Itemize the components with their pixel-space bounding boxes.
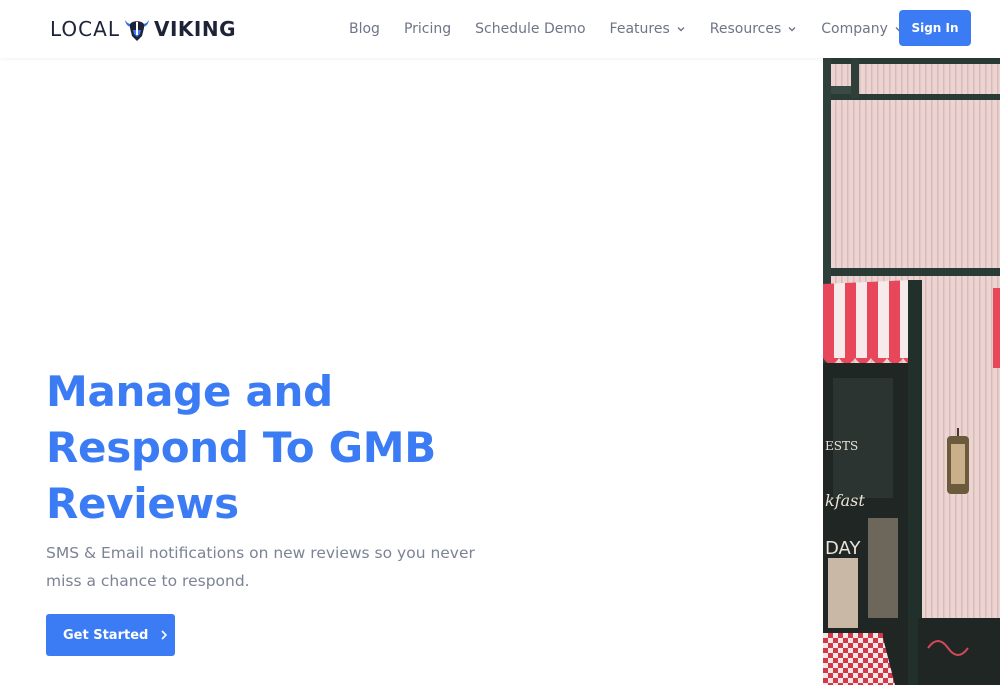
hero-subtitle: SMS & Email notifications on new reviews… bbox=[46, 539, 516, 595]
nav-schedule-demo[interactable]: Schedule Demo bbox=[475, 21, 585, 37]
chevron-down-icon bbox=[677, 27, 685, 32]
hero-title-line: Reviews bbox=[46, 479, 239, 528]
site-header: LOCAL VIKING Blog Pricing Schedule Demo … bbox=[0, 0, 1000, 58]
page: LOCAL VIKING Blog Pricing Schedule Demo … bbox=[0, 0, 1000, 685]
hero-subtitle-line: SMS & Email notifications on new reviews… bbox=[46, 544, 475, 562]
nav-company-label: Company bbox=[821, 21, 888, 37]
logo-text-viking: VIKING bbox=[153, 17, 236, 41]
nav-features[interactable]: Features bbox=[610, 21, 686, 37]
nav-resources-label: Resources bbox=[709, 21, 782, 37]
viking-helmet-icon bbox=[124, 20, 149, 41]
nav-resources[interactable]: Resources bbox=[710, 21, 798, 37]
nav-pricing-label: Pricing bbox=[403, 21, 452, 37]
brand-logo[interactable]: LOCAL VIKING bbox=[50, 13, 236, 45]
nav-blog-label: Blog bbox=[349, 21, 380, 37]
svg-text:DAY: DAY bbox=[825, 538, 861, 559]
main-nav: Blog Pricing Schedule Demo Features Reso… bbox=[349, 0, 928, 58]
nav-company[interactable]: Company bbox=[821, 21, 904, 37]
logo-text-local: LOCAL bbox=[50, 17, 120, 41]
storefront-photo: ESTS kfast DAY bbox=[823, 58, 1000, 685]
nav-features-label: Features bbox=[609, 21, 670, 37]
chevron-down-icon bbox=[788, 27, 796, 32]
hero-subtitle-line: miss a chance to respond. bbox=[46, 572, 250, 590]
svg-text:kfast: kfast bbox=[825, 491, 865, 510]
nav-pricing[interactable]: Pricing bbox=[404, 21, 451, 37]
sign-in-button[interactable]: Sign In bbox=[899, 10, 971, 46]
storefront-illustration: ESTS kfast DAY bbox=[823, 58, 1000, 685]
chevron-right-icon bbox=[161, 630, 168, 640]
nav-blog[interactable]: Blog bbox=[349, 21, 380, 37]
hero-title-line: Manage and bbox=[46, 367, 333, 416]
svg-text:ESTS: ESTS bbox=[825, 439, 858, 453]
hero-title: Manage and Respond To GMB Reviews bbox=[46, 364, 546, 532]
hero-title-line: Respond To GMB bbox=[46, 423, 436, 472]
get-started-label: Get Started bbox=[63, 627, 149, 643]
nav-schedule-demo-label: Schedule Demo bbox=[475, 21, 586, 37]
get-started-button[interactable]: Get Started bbox=[46, 614, 175, 656]
